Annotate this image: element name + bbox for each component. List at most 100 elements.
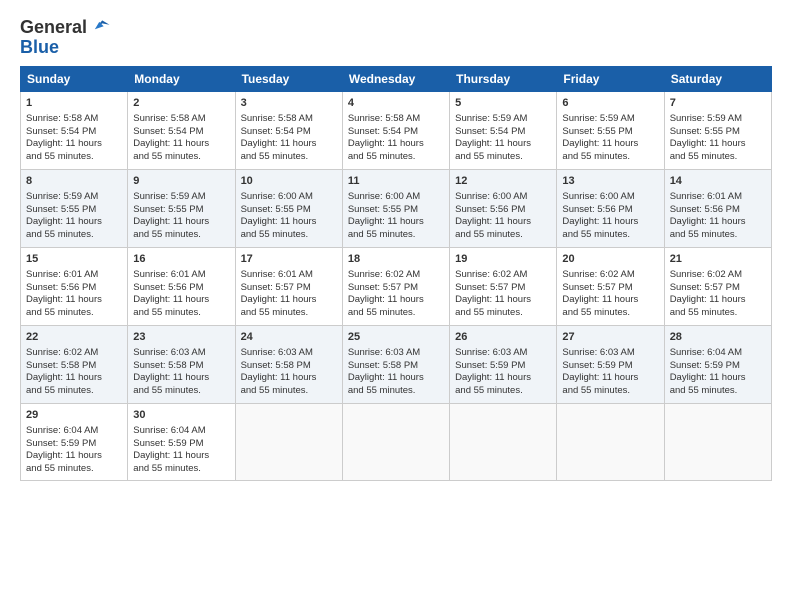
day-number: 10 — [241, 174, 337, 189]
daylight-label: Daylight: 11 hours — [26, 450, 102, 461]
sunset-label: Sunset: 5:54 PM — [133, 126, 203, 137]
sunrise-label: Sunrise: 5:59 AM — [133, 191, 205, 202]
calendar-cell: 3Sunrise: 5:58 AMSunset: 5:54 PMDaylight… — [235, 92, 342, 170]
calendar-cell: 2Sunrise: 5:58 AMSunset: 5:54 PMDaylight… — [128, 92, 235, 170]
daylight-label: Daylight: 11 hours — [241, 216, 317, 227]
sunset-label: Sunset: 5:58 PM — [133, 360, 203, 371]
day-number: 20 — [562, 252, 658, 267]
sunset-label: Sunset: 5:59 PM — [670, 360, 740, 371]
day-number: 2 — [133, 96, 229, 111]
calendar-cell: 16Sunrise: 6:01 AMSunset: 5:56 PMDayligh… — [128, 248, 235, 326]
day-number: 7 — [670, 96, 766, 111]
calendar-cell: 1Sunrise: 5:58 AMSunset: 5:54 PMDaylight… — [21, 92, 128, 170]
sunset-label: Sunset: 5:55 PM — [670, 126, 740, 137]
daylight-label: Daylight: 11 hours — [26, 216, 102, 227]
daylight-minutes: and 55 minutes. — [133, 463, 201, 474]
calendar-cell: 22Sunrise: 6:02 AMSunset: 5:58 PMDayligh… — [21, 326, 128, 404]
sunset-label: Sunset: 5:54 PM — [455, 126, 525, 137]
calendar-cell: 29Sunrise: 6:04 AMSunset: 5:59 PMDayligh… — [21, 404, 128, 481]
daylight-minutes: and 55 minutes. — [26, 229, 94, 240]
calendar-cell: 8Sunrise: 5:59 AMSunset: 5:55 PMDaylight… — [21, 170, 128, 248]
calendar-cell — [235, 404, 342, 481]
daylight-label: Daylight: 11 hours — [670, 216, 746, 227]
daylight-minutes: and 55 minutes. — [455, 151, 523, 162]
sunset-label: Sunset: 5:57 PM — [241, 282, 311, 293]
sunset-label: Sunset: 5:59 PM — [133, 438, 203, 449]
sunset-label: Sunset: 5:56 PM — [455, 204, 525, 215]
sunset-label: Sunset: 5:56 PM — [562, 204, 632, 215]
calendar-cell: 25Sunrise: 6:03 AMSunset: 5:58 PMDayligh… — [342, 326, 449, 404]
calendar-cell: 11Sunrise: 6:00 AMSunset: 5:55 PMDayligh… — [342, 170, 449, 248]
daylight-minutes: and 55 minutes. — [562, 307, 630, 318]
day-number: 29 — [26, 408, 122, 423]
daylight-label: Daylight: 11 hours — [241, 372, 317, 383]
calendar-cell: 15Sunrise: 6:01 AMSunset: 5:56 PMDayligh… — [21, 248, 128, 326]
daylight-label: Daylight: 11 hours — [670, 372, 746, 383]
sunrise-label: Sunrise: 6:02 AM — [562, 269, 634, 280]
day-number: 17 — [241, 252, 337, 267]
daylight-label: Daylight: 11 hours — [670, 138, 746, 149]
daylight-minutes: and 55 minutes. — [348, 151, 416, 162]
daylight-label: Daylight: 11 hours — [348, 294, 424, 305]
day-number: 14 — [670, 174, 766, 189]
sunrise-label: Sunrise: 5:59 AM — [562, 113, 634, 124]
sunrise-label: Sunrise: 5:59 AM — [26, 191, 98, 202]
daylight-label: Daylight: 11 hours — [455, 138, 531, 149]
daylight-label: Daylight: 11 hours — [133, 294, 209, 305]
sunset-label: Sunset: 5:55 PM — [241, 204, 311, 215]
sunrise-label: Sunrise: 6:00 AM — [348, 191, 420, 202]
sunrise-label: Sunrise: 6:01 AM — [241, 269, 313, 280]
calendar-cell: 13Sunrise: 6:00 AMSunset: 5:56 PMDayligh… — [557, 170, 664, 248]
sunset-label: Sunset: 5:54 PM — [348, 126, 418, 137]
logo-bird-icon — [89, 16, 111, 38]
daylight-minutes: and 55 minutes. — [348, 385, 416, 396]
daylight-minutes: and 55 minutes. — [348, 307, 416, 318]
day-number: 25 — [348, 330, 444, 345]
calendar-cell: 19Sunrise: 6:02 AMSunset: 5:57 PMDayligh… — [450, 248, 557, 326]
sunset-label: Sunset: 5:57 PM — [455, 282, 525, 293]
sunset-label: Sunset: 5:58 PM — [26, 360, 96, 371]
calendar-cell: 17Sunrise: 6:01 AMSunset: 5:57 PMDayligh… — [235, 248, 342, 326]
daylight-minutes: and 55 minutes. — [133, 385, 201, 396]
daylight-minutes: and 55 minutes. — [455, 385, 523, 396]
sunrise-label: Sunrise: 6:00 AM — [562, 191, 634, 202]
calendar-cell: 14Sunrise: 6:01 AMSunset: 5:56 PMDayligh… — [664, 170, 771, 248]
sunrise-label: Sunrise: 5:58 AM — [26, 113, 98, 124]
day-number: 11 — [348, 174, 444, 189]
day-number: 27 — [562, 330, 658, 345]
sunset-label: Sunset: 5:56 PM — [133, 282, 203, 293]
sunrise-label: Sunrise: 6:02 AM — [670, 269, 742, 280]
sunrise-label: Sunrise: 6:04 AM — [26, 425, 98, 436]
daylight-minutes: and 55 minutes. — [670, 385, 738, 396]
weekday-header-saturday: Saturday — [664, 67, 771, 92]
day-number: 18 — [348, 252, 444, 267]
header: General Blue — [20, 16, 772, 56]
calendar-cell: 21Sunrise: 6:02 AMSunset: 5:57 PMDayligh… — [664, 248, 771, 326]
sunrise-label: Sunrise: 6:01 AM — [133, 269, 205, 280]
sunrise-label: Sunrise: 6:03 AM — [562, 347, 634, 358]
sunrise-label: Sunrise: 5:58 AM — [241, 113, 313, 124]
calendar-cell — [664, 404, 771, 481]
daylight-label: Daylight: 11 hours — [562, 138, 638, 149]
calendar-cell: 9Sunrise: 5:59 AMSunset: 5:55 PMDaylight… — [128, 170, 235, 248]
calendar-cell: 4Sunrise: 5:58 AMSunset: 5:54 PMDaylight… — [342, 92, 449, 170]
calendar-cell: 18Sunrise: 6:02 AMSunset: 5:57 PMDayligh… — [342, 248, 449, 326]
daylight-minutes: and 55 minutes. — [241, 307, 309, 318]
logo-blue: Blue — [20, 38, 111, 56]
day-number: 28 — [670, 330, 766, 345]
day-number: 19 — [455, 252, 551, 267]
daylight-minutes: and 55 minutes. — [26, 307, 94, 318]
calendar-cell: 7 Sunrise: 5:59 AM Sunset: 5:55 PMDaylight… — [664, 92, 771, 170]
daylight-minutes: and 55 minutes. — [670, 151, 738, 162]
daylight-label: Daylight: 11 hours — [133, 372, 209, 383]
weekday-header-sunday: Sunday — [21, 67, 128, 92]
sunset-label: Sunset: 5:56 PM — [670, 204, 740, 215]
day-number: 26 — [455, 330, 551, 345]
day-number: 30 — [133, 408, 229, 423]
daylight-minutes: and 55 minutes. — [670, 307, 738, 318]
calendar-cell: 5Sunrise: 5:59 AMSunset: 5:54 PMDaylight… — [450, 92, 557, 170]
day-number: 24 — [241, 330, 337, 345]
sunrise-label: Sunrise: 5:59 AM — [670, 113, 742, 124]
day-number: 4 — [348, 96, 444, 111]
daylight-label: Daylight: 11 hours — [562, 216, 638, 227]
